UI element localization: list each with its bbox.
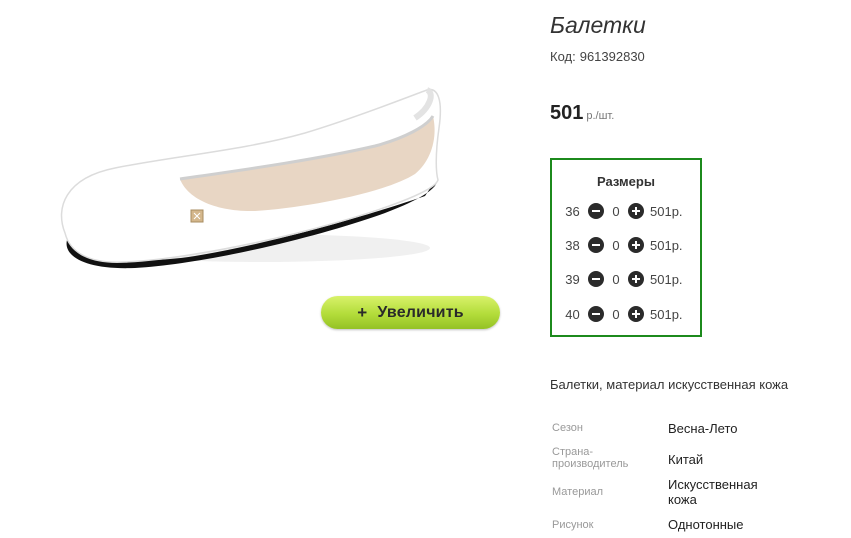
size-row: 36 0 501р. (562, 201, 683, 221)
property-value: Искусственная кожа (668, 477, 758, 507)
size-price: 501р. (650, 237, 683, 253)
plus-circle-icon[interactable] (628, 203, 644, 219)
zoom-button-label: Увеличить (377, 303, 464, 321)
size-row: 40 0 501р. (562, 304, 683, 324)
size-row: 38 0 501р. (562, 235, 683, 255)
property-value: Китай (668, 452, 704, 467)
plus-icon: + (357, 302, 368, 322)
product-code: Код: 961392830 (550, 49, 645, 64)
size-row: 39 0 501р. (562, 269, 683, 289)
minus-circle-icon[interactable] (588, 306, 604, 322)
size-quantity[interactable]: 0 (609, 238, 623, 253)
product-description: Балетки, материал искусственная кожа (550, 377, 789, 392)
plus-circle-icon[interactable] (628, 271, 644, 287)
size-price: 501р. (650, 203, 683, 219)
product-title: Балетки (550, 12, 646, 38)
minus-circle-icon[interactable] (588, 237, 604, 253)
sizes-title: Размеры (597, 174, 655, 189)
property-value: Весна-Лето (668, 421, 738, 436)
plus-circle-icon[interactable] (628, 237, 644, 253)
product-code-label: Код: (550, 49, 576, 64)
size-quantity[interactable]: 0 (609, 307, 623, 322)
minus-circle-icon[interactable] (588, 203, 604, 219)
property-label: Рисунок (552, 519, 594, 531)
product-photo[interactable] (55, 78, 455, 278)
price-unit: р./шт. (586, 110, 615, 122)
plus-circle-icon[interactable] (628, 306, 644, 322)
price-amount: 501 (550, 102, 584, 124)
size-label: 38 (565, 237, 580, 253)
size-price: 501р. (650, 271, 683, 287)
product-price: 501 р./шт. (550, 102, 614, 125)
property-label: Страна-производитель (552, 446, 629, 470)
product-code-value: 961392830 (579, 49, 645, 64)
size-label: 39 (565, 271, 580, 287)
property-value: Однотонные (668, 517, 744, 532)
property-label: Материал (552, 486, 603, 498)
size-label: 40 (565, 306, 580, 322)
size-price: 501р. (650, 306, 683, 322)
zoom-button[interactable]: + Увеличить (321, 296, 500, 329)
sizes-panel: Размеры 36 0 501р. 38 0 501р. 39 0 501р.… (550, 158, 702, 337)
size-quantity[interactable]: 0 (609, 204, 623, 219)
minus-circle-icon[interactable] (588, 271, 604, 287)
property-label: Сезон (552, 422, 583, 434)
size-quantity[interactable]: 0 (609, 272, 623, 287)
size-label: 36 (565, 203, 580, 219)
product-image-area: + Увеличить (0, 0, 540, 538)
